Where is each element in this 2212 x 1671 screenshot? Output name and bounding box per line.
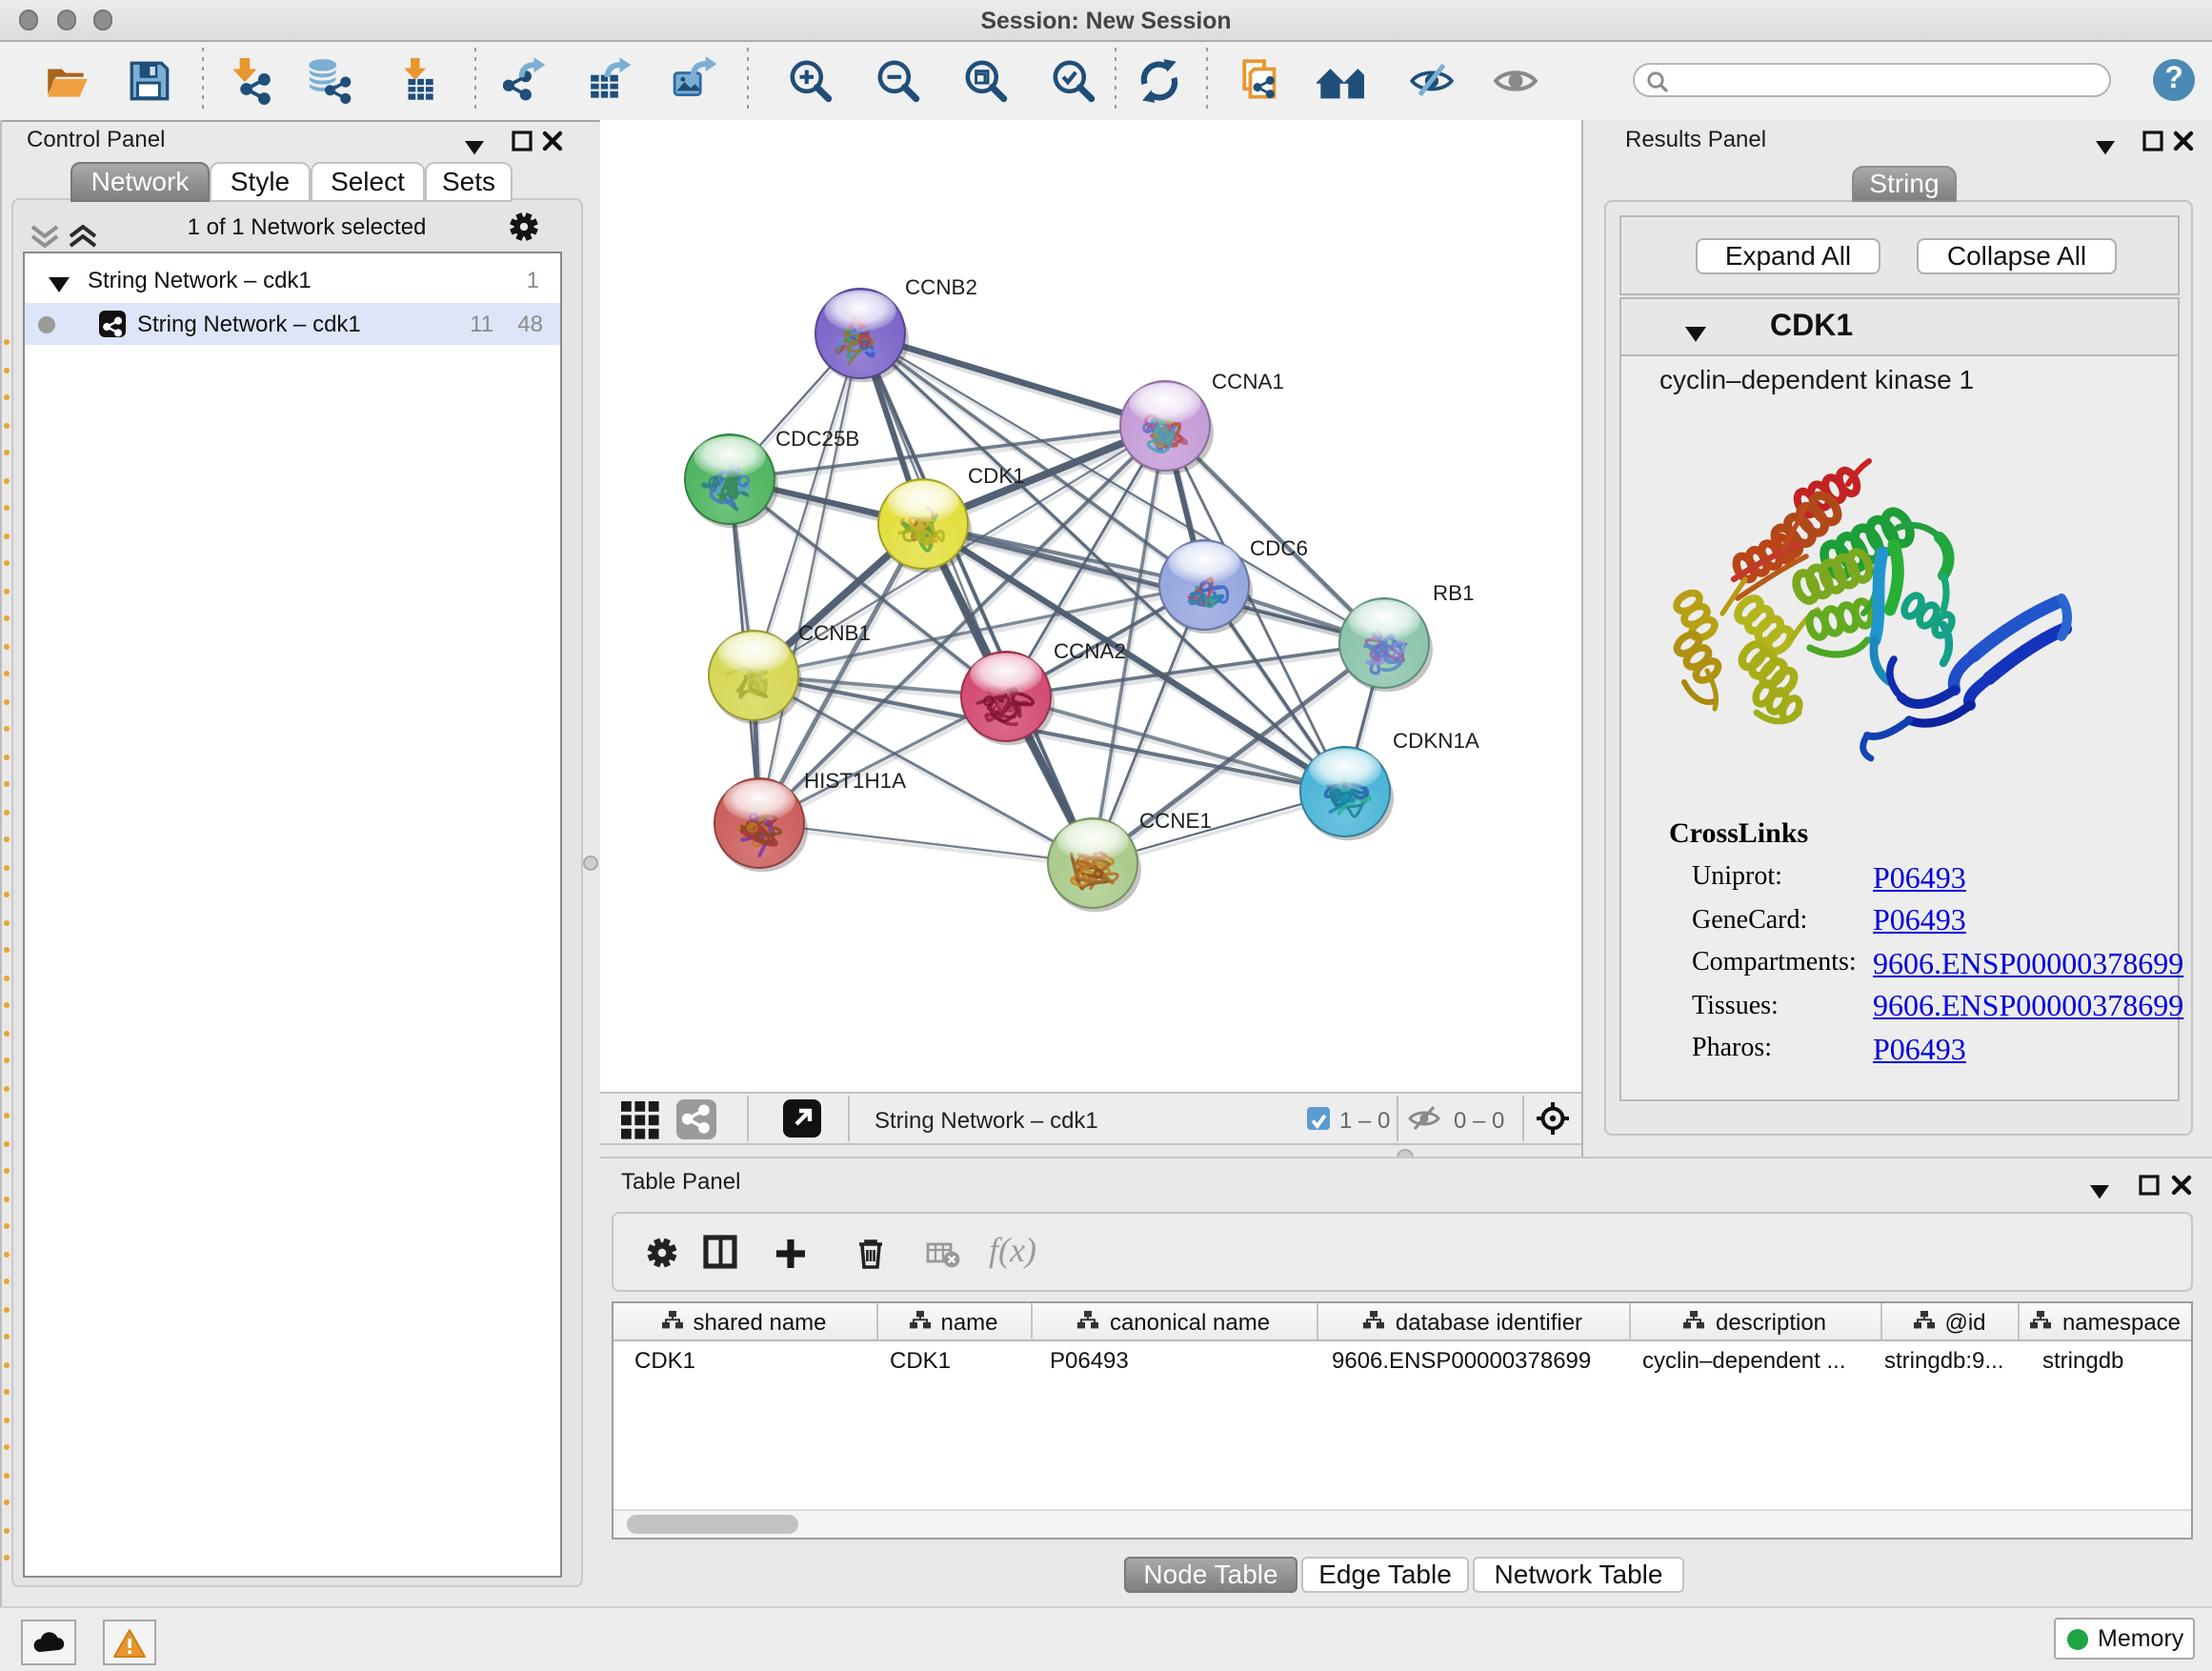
svg-text:CCNA1: CCNA1: [1212, 370, 1284, 393]
svg-text:CCNA2: CCNA2: [1054, 639, 1126, 663]
svg-text:CCNE1: CCNE1: [1139, 809, 1212, 833]
svg-text:CDC6: CDC6: [1250, 536, 1308, 560]
svg-text:CDKN1A: CDKN1A: [1393, 729, 1479, 753]
svg-text:HIST1H1A: HIST1H1A: [804, 769, 906, 793]
svg-text:CCNB1: CCNB1: [798, 621, 871, 645]
svg-text:CDK1: CDK1: [968, 464, 1025, 488]
svg-text:RB1: RB1: [1433, 581, 1475, 605]
svg-text:CCNB2: CCNB2: [905, 275, 977, 299]
svg-text:CDC25B: CDC25B: [775, 427, 859, 451]
